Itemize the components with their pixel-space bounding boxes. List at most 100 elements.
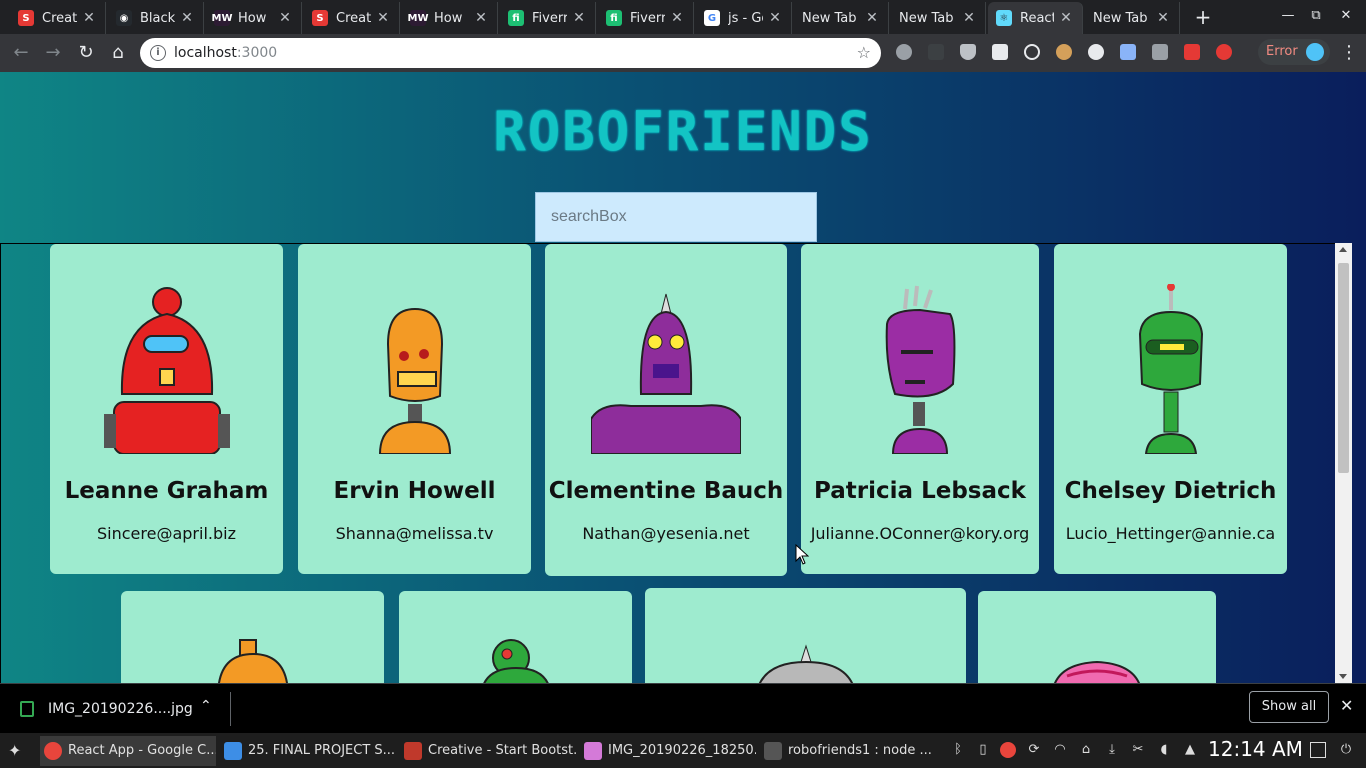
tab-5[interactable]: fi Fiverr ✕ bbox=[500, 2, 596, 34]
tab-label: Creat bbox=[42, 10, 77, 26]
close-window-button[interactable]: ✕ bbox=[1336, 8, 1356, 23]
home-icon[interactable]: ⌂ bbox=[107, 42, 129, 64]
robot-card bbox=[645, 588, 966, 683]
tab-label: How bbox=[434, 10, 463, 26]
bluetooth-icon[interactable]: ᛒ bbox=[950, 742, 966, 758]
taskbar-item[interactable]: robofriends1 : node ... bbox=[760, 736, 936, 766]
extension-puzzle-icon[interactable] bbox=[1120, 44, 1136, 60]
clock: 12:14 AM bbox=[1208, 737, 1303, 761]
taskbar-item[interactable]: Creative - Start Bootst... bbox=[400, 736, 576, 766]
extension-globe-icon[interactable] bbox=[1088, 44, 1104, 60]
phone-icon[interactable]: ▯ bbox=[975, 742, 991, 758]
tab-strip: + — ⧉ ✕ SCreat✕◉Blackr✕MWHow✕SCreat✕MWHo… bbox=[0, 0, 1366, 34]
close-icon[interactable]: ✕ bbox=[1340, 696, 1353, 715]
power-icon[interactable]: ⏻ bbox=[1338, 742, 1354, 758]
chrome-tray-icon[interactable] bbox=[1000, 742, 1016, 758]
extension-target-icon[interactable] bbox=[1024, 44, 1040, 60]
back-icon[interactable]: ← bbox=[10, 42, 32, 64]
tab-label: js - Go bbox=[728, 10, 763, 26]
show-desktop-icon[interactable] bbox=[1310, 742, 1326, 758]
robot-name: Patricia Lebsack bbox=[814, 478, 1026, 504]
tab-9[interactable]: New Tab ✕ bbox=[891, 2, 986, 34]
tab-1[interactable]: ◉ Blackr✕ bbox=[108, 2, 204, 34]
extension-mail-icon[interactable] bbox=[992, 44, 1008, 60]
tray-expand-icon[interactable]: ▲ bbox=[1182, 742, 1198, 758]
scroll-down-icon[interactable] bbox=[1339, 674, 1347, 679]
page-viewport: ROBOFRIENDS Leanne Graham Sincere@april.b… bbox=[0, 72, 1366, 683]
robot-avatar bbox=[1022, 636, 1172, 683]
address-bar[interactable]: i localhost:3000 ☆ bbox=[140, 38, 881, 68]
scissors-icon[interactable]: ✂ bbox=[1130, 742, 1146, 758]
extension-adblock-icon[interactable] bbox=[896, 44, 912, 60]
profile-error-chip[interactable]: Error bbox=[1258, 39, 1330, 65]
close-tab-icon[interactable]: ✕ bbox=[1058, 10, 1074, 26]
tab-10[interactable]: ⚛ React ✕ bbox=[988, 2, 1083, 34]
extension-record-icon[interactable] bbox=[1216, 44, 1232, 60]
forward-icon[interactable]: → bbox=[42, 42, 64, 64]
download-tray-icon[interactable]: ⤓ bbox=[1104, 742, 1120, 758]
close-tab-icon[interactable]: ✕ bbox=[277, 10, 293, 26]
scroll-up-icon[interactable] bbox=[1339, 247, 1347, 252]
url-text[interactable]: localhost:3000 bbox=[174, 45, 277, 61]
extension-download-icon[interactable] bbox=[1152, 44, 1168, 60]
robot-card: Clementine Bauch Nathan@yesenia.net bbox=[545, 244, 787, 576]
new-tab-button[interactable]: + bbox=[1192, 6, 1214, 28]
close-tab-icon[interactable]: ✕ bbox=[375, 10, 391, 26]
reload-icon[interactable]: ↻ bbox=[75, 42, 97, 64]
app-icon bbox=[224, 742, 242, 760]
minimize-button[interactable]: — bbox=[1278, 8, 1298, 23]
s-icon: S bbox=[312, 10, 328, 26]
robot-name: Ervin Howell bbox=[333, 478, 496, 504]
download-filename[interactable]: IMG_20190226....jpg bbox=[48, 701, 193, 717]
extension-shield-icon[interactable] bbox=[960, 44, 976, 60]
extension-play-icon[interactable] bbox=[1184, 44, 1200, 60]
robot-avatar bbox=[1096, 283, 1246, 455]
taskbar-item[interactable]: IMG_20190226_18250... bbox=[580, 736, 756, 766]
site-info-icon[interactable]: i bbox=[150, 45, 166, 61]
volume-icon[interactable]: ◖ bbox=[1156, 742, 1172, 758]
lock-icon[interactable]: ⌂ bbox=[1078, 742, 1094, 758]
scrollbar[interactable] bbox=[1335, 243, 1352, 683]
scroll-thumb[interactable] bbox=[1338, 263, 1349, 473]
taskbar: ✦ ᛒ ▯ ⟳ ◠ ⌂ ⤓ ✂ ◖ ▲ 12:14 AM ⏻ React App… bbox=[0, 733, 1366, 768]
tab-label: React bbox=[1020, 10, 1054, 26]
close-tab-icon[interactable]: ✕ bbox=[864, 10, 880, 26]
update-icon[interactable]: ⟳ bbox=[1026, 742, 1042, 758]
robot-card bbox=[399, 591, 632, 683]
tab-11[interactable]: New Tab ✕ bbox=[1085, 2, 1180, 34]
tab-8[interactable]: New Tab ✕ bbox=[794, 2, 889, 34]
fiverr-icon: fi bbox=[508, 10, 524, 26]
taskbar-item-label: React App - Google C... bbox=[68, 743, 216, 758]
chevron-up-icon[interactable]: ⌃ bbox=[200, 698, 212, 714]
launcher-icon[interactable]: ✦ bbox=[8, 741, 28, 761]
tab-7[interactable]: Gjs - Go✕ bbox=[696, 2, 792, 34]
google-icon: G bbox=[704, 10, 720, 26]
close-tab-icon[interactable]: ✕ bbox=[767, 10, 783, 26]
close-tab-icon[interactable]: ✕ bbox=[179, 10, 195, 26]
search-input[interactable] bbox=[535, 192, 817, 242]
menu-dots-icon[interactable]: ⋮ bbox=[1340, 42, 1358, 64]
tab-6[interactable]: fi Fiverr ✕ bbox=[598, 2, 694, 34]
taskbar-item[interactable]: React App - Google C... bbox=[40, 736, 216, 766]
tab-3[interactable]: S Creat ✕ bbox=[304, 2, 400, 34]
close-tab-icon[interactable]: ✕ bbox=[571, 10, 587, 26]
close-tab-icon[interactable]: ✕ bbox=[669, 10, 685, 26]
tab-0[interactable]: S Creat ✕ bbox=[10, 2, 106, 34]
robot-email: Julianne.OConner@kory.org bbox=[810, 524, 1030, 543]
close-tab-icon[interactable]: ✕ bbox=[1155, 10, 1171, 26]
close-tab-icon[interactable]: ✕ bbox=[961, 10, 977, 26]
extension-cookie-icon[interactable] bbox=[1056, 44, 1072, 60]
avatar bbox=[1306, 43, 1324, 61]
maximize-button[interactable]: ⧉ bbox=[1306, 8, 1326, 23]
extension-w-icon[interactable] bbox=[928, 44, 944, 60]
robot-avatar bbox=[731, 636, 881, 683]
wifi-icon[interactable]: ◠ bbox=[1052, 742, 1068, 758]
tab-4[interactable]: MW How ✕ bbox=[402, 2, 498, 34]
close-tab-icon[interactable]: ✕ bbox=[473, 10, 489, 26]
tab-2[interactable]: MW How ✕ bbox=[206, 2, 302, 34]
app-icon bbox=[584, 742, 602, 760]
show-all-button[interactable]: Show all bbox=[1249, 691, 1329, 723]
taskbar-item[interactable]: 25. FINAL PROJECT S... bbox=[220, 736, 396, 766]
bookmark-star-icon[interactable]: ☆ bbox=[857, 43, 871, 62]
close-tab-icon[interactable]: ✕ bbox=[81, 10, 97, 26]
